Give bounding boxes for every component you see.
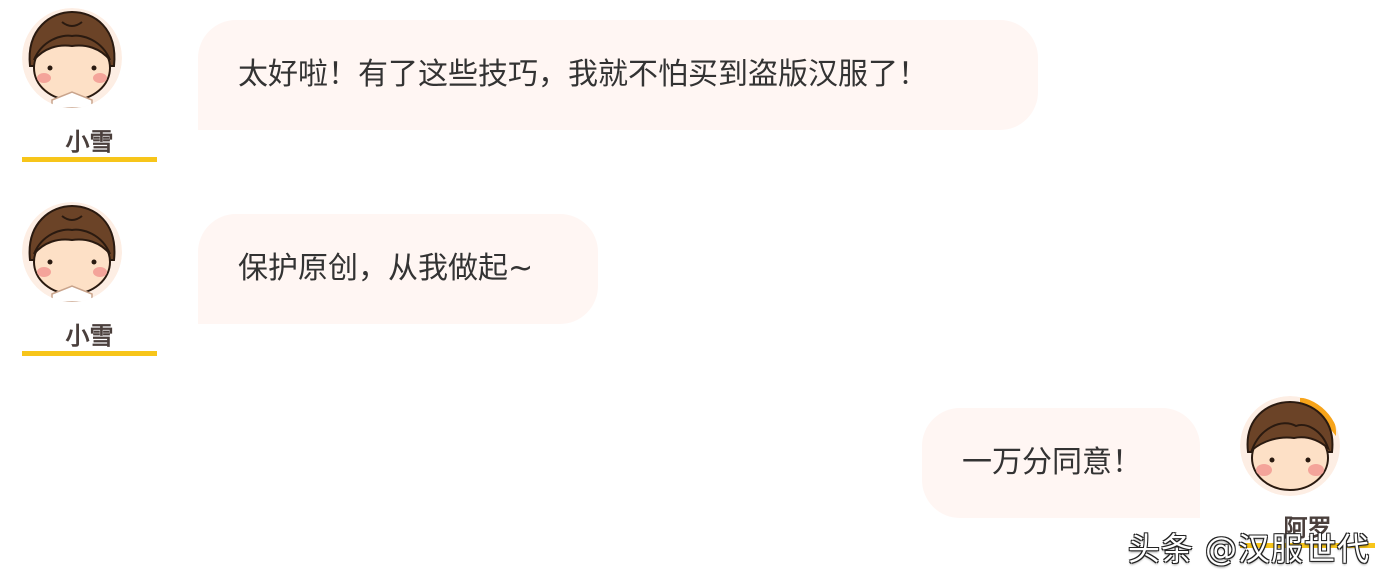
watermark: 头条 @汉服世代 <box>1127 530 1370 568</box>
message-bubble: 一万分同意！ <box>922 408 1200 518</box>
sender-name: 小雪 <box>22 128 157 162</box>
avatar-xiaoxue <box>22 202 122 302</box>
girl-avatar-icon <box>22 8 122 108</box>
message-text: 保护原创，从我做起~ <box>238 251 534 286</box>
sender-name: 小雪 <box>22 322 157 356</box>
girl-avatar-icon <box>22 202 122 302</box>
avatar-aluo <box>1240 396 1340 496</box>
message-text: 一万分同意！ <box>962 445 1142 480</box>
message-text: 太好啦！有了这些技巧，我就不怕买到盗版汉服了！ <box>238 57 928 92</box>
girl-avatar-icon <box>1240 396 1340 496</box>
avatar-xiaoxue <box>22 8 122 108</box>
message-bubble: 太好啦！有了这些技巧，我就不怕买到盗版汉服了！ <box>198 20 1038 130</box>
message-bubble: 保护原创，从我做起~ <box>198 214 598 324</box>
